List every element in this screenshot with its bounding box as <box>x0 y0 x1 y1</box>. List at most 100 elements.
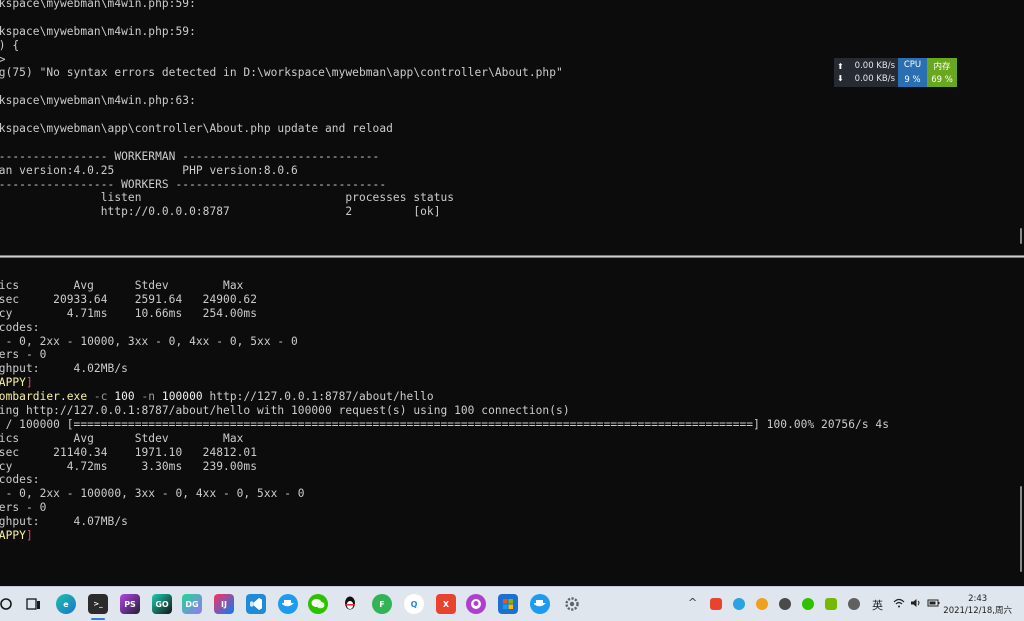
upload-speed: 0.00 KB/s <box>854 61 895 72</box>
terminal-line: listen processes status <box>0 191 455 205</box>
scrollbar-thumb-top[interactable] <box>1020 228 1022 244</box>
task-view-button[interactable] <box>24 594 44 614</box>
volume-icon[interactable] <box>910 598 922 608</box>
stats-codes-label: codes: <box>0 320 40 334</box>
upload-arrow-icon: ⬆ <box>837 61 844 71</box>
whale-icon <box>282 600 294 607</box>
clock-date: 2021/12/18,周六 <box>943 606 1012 616</box>
system-clock[interactable]: 2:43 2021/12/18,周六 <box>943 593 1012 617</box>
prompt-bracket: ] <box>25 376 33 390</box>
tray-app-blue-icon[interactable] <box>733 598 745 610</box>
terminal-line: ------------------ WORKERS -------------… <box>0 177 387 191</box>
stats-codes-label: codes: <box>0 473 40 487</box>
terminal-output-bottom: tics Avg Stdev Max /sec 20933.64 2591.64… <box>0 279 889 543</box>
edge-icon: e <box>63 599 69 609</box>
stats-throughput: ughput: 4.07MB/s <box>0 515 128 529</box>
prompt-bracket: ] <box>25 529 33 543</box>
tray-app-dark-icon[interactable] <box>779 598 791 610</box>
download-speed: 0.00 KB/s <box>854 73 895 84</box>
store-app[interactable] <box>498 594 518 614</box>
terminal-line: ng(75) "No syntax errors detected in D:\… <box>0 66 563 80</box>
wifi-icon[interactable] <box>893 598 905 608</box>
terminal-pane-top[interactable]: wkspace\mywebman\m4win.php:59: wkspace\m… <box>0 0 1024 255</box>
cpu-label: CPU <box>903 60 922 71</box>
terminal-pane-bottom[interactable]: tics Avg Stdev Max /sec 20933.64 2591.64… <box>0 258 1024 586</box>
qq-app[interactable] <box>340 594 360 614</box>
stats-others: hers - 0 <box>0 348 47 362</box>
terminal-line: wkspace\mywebman\m4win.php:59: <box>0 24 196 38</box>
memory-value: 69 % <box>931 75 953 86</box>
terminal-line: t <box>0 136 563 150</box>
intellij-app[interactable]: IJ <box>214 594 234 614</box>
gear-icon <box>565 597 579 611</box>
battery-icon[interactable] <box>927 598 941 608</box>
terminal-output-top: wkspace\mywebman\m4win.php:59: wkspace\m… <box>0 0 563 219</box>
stats-others: hers - 0 <box>0 501 47 515</box>
command-line: bombardier.exe -c 100 -n 100000 http://1… <box>0 390 889 404</box>
docker-app-2[interactable] <box>530 594 550 614</box>
scrollbar-thumb-bottom[interactable] <box>1020 486 1022 572</box>
blue-app-icon: Q <box>410 599 418 609</box>
stats-header: tics Avg Stdev Max <box>0 431 244 445</box>
xmind-app[interactable]: X <box>436 594 456 614</box>
network-speeds: ⬆ 0.00 KB/s ⬇ 0.00 KB/s <box>834 58 898 87</box>
whale-icon <box>534 600 546 607</box>
intellij-icon: IJ <box>221 599 227 609</box>
vscode-app[interactable] <box>246 594 266 614</box>
start-button[interactable] <box>0 594 16 614</box>
tray-app-gray-icon[interactable] <box>848 598 860 610</box>
task-view-icon <box>26 598 40 610</box>
edge-app[interactable]: e <box>56 594 76 614</box>
terminal-line: => <box>0 52 6 66</box>
command-flag-n: -n <box>134 390 162 404</box>
memory-label: 内存 <box>933 61 951 72</box>
stats-throughput: ughput: 4.02MB/s <box>0 362 128 376</box>
green-app[interactable]: F <box>372 594 392 614</box>
blue-app[interactable]: Q <box>404 594 424 614</box>
github-icon <box>471 599 481 609</box>
clock-time: 2:43 <box>968 594 988 604</box>
goland-app[interactable]: GO <box>152 594 172 614</box>
docker-app[interactable] <box>278 594 298 614</box>
xmind-icon: X <box>442 599 450 609</box>
settings-app[interactable] <box>562 594 582 614</box>
stats-header: tics Avg Stdev Max <box>0 279 244 292</box>
terminal-line: man version:4.0.25 PHP version:8.0.6 <box>0 163 298 177</box>
command-exe: bombardier.exe <box>0 390 88 404</box>
input-method-indicator[interactable]: 英 <box>872 597 883 613</box>
terminal-line: wkspace\mywebman\m4win.php:59: <box>0 0 196 10</box>
command-value-c: 100 <box>114 390 135 404</box>
datagrip-icon: DG <box>185 599 199 609</box>
store-icon <box>503 599 513 609</box>
terminal-icon: >_ <box>93 600 103 608</box>
progress-line: 0 / 100000 [============================… <box>0 417 889 431</box>
tray-app-red-icon[interactable] <box>710 598 722 610</box>
prompt-name: HAPPY <box>0 376 26 390</box>
stats-codes: x - 0, 2xx - 10000, 3xx - 0, 4xx - 0, 5x… <box>0 334 298 348</box>
system-monitor-widget[interactable]: ⬆ 0.00 KB/s ⬇ 0.00 KB/s CPU 9 % 内存 69 % <box>834 58 957 87</box>
search-icon <box>0 598 12 610</box>
taskbar: e >_ PS GO DG IJ F Q X ^ 英 2:43 2021/12/… <box>0 586 1024 621</box>
terminal-line: http://0.0.0.0:8787 2 [ok] <box>0 205 441 219</box>
terminal-app[interactable]: >_ <box>88 594 108 620</box>
chevron-up-icon[interactable]: ^ <box>688 596 697 609</box>
download-arrow-icon: ⬇ <box>837 74 844 84</box>
terminal-line: wkspace\mywebman\app\controller\About.ph… <box>0 122 393 136</box>
green-app-icon: F <box>379 599 385 609</box>
datagrip-app[interactable]: DG <box>182 594 202 614</box>
phpstorm-app[interactable]: PS <box>120 594 140 614</box>
github-app[interactable] <box>466 594 486 614</box>
tray-app-orange-icon[interactable] <box>756 598 768 610</box>
tray-wechat-icon[interactable] <box>802 598 814 610</box>
cpu-value: 9 % <box>904 74 921 85</box>
command-flag-c: -c <box>87 390 115 404</box>
wechat-app[interactable] <box>308 594 328 614</box>
command-value-n: 100000 <box>161 390 203 404</box>
tray-nvidia-icon[interactable] <box>825 598 837 610</box>
memory-usage: 内存 69 % <box>927 58 957 87</box>
bombarding-line: ding http://127.0.0.1:8787/about/hello w… <box>0 404 570 418</box>
terminal-line: ----------------- WORKERMAN ------------… <box>0 149 380 163</box>
